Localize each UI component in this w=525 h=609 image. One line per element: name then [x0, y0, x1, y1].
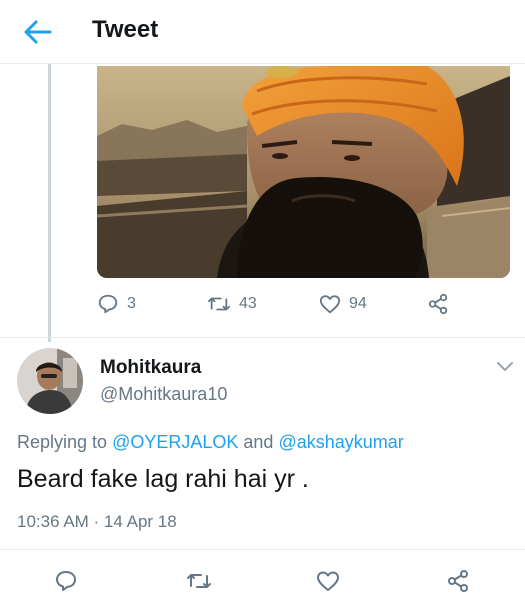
- reply-action[interactable]: 3: [97, 289, 136, 319]
- divider: [0, 337, 525, 338]
- avatar[interactable]: [17, 348, 83, 414]
- replying-to-line: Replying to @OYERJALOK and @akshaykumar: [17, 432, 404, 453]
- replying-prefix: Replying to: [17, 432, 108, 452]
- reply-action[interactable]: [54, 566, 78, 596]
- heart-icon: [317, 571, 339, 591]
- user-handle[interactable]: @Mohitkaura10: [100, 384, 227, 405]
- mention-link-oyerjalok[interactable]: @OYERJALOK: [112, 432, 238, 452]
- page-title: Tweet: [92, 16, 159, 43]
- like-action[interactable]: 94: [319, 289, 367, 319]
- reply-icon: [56, 571, 76, 591]
- arrow-left-icon: [24, 20, 52, 44]
- retweet-icon: [187, 574, 211, 588]
- reply-icon: [98, 294, 118, 314]
- tweet-media-image[interactable]: [97, 66, 510, 278]
- parent-tweet-actions: 3 43 94: [97, 289, 510, 319]
- heart-icon: [319, 295, 341, 314]
- tweet-text: Beard fake lag rahi hai yr .: [17, 465, 309, 493]
- display-name[interactable]: Mohitkaura: [100, 357, 201, 379]
- photo-illustration: [97, 66, 510, 278]
- retweet-icon: [208, 297, 230, 311]
- thread-connector-line: [48, 64, 51, 342]
- avatar-photo: [17, 348, 83, 414]
- share-icon: [428, 293, 448, 315]
- mention-link-akshaykumar[interactable]: @akshaykumar: [278, 432, 403, 452]
- reply-count: 3: [127, 295, 136, 312]
- back-button[interactable]: [22, 18, 54, 46]
- chevron-down-icon: [497, 362, 513, 371]
- retweet-count: 43: [239, 295, 257, 312]
- share-icon: [448, 570, 468, 592]
- retweet-action[interactable]: [186, 566, 212, 596]
- reply-tweet-actions: [0, 566, 525, 596]
- divider: [0, 549, 525, 550]
- replying-and: and: [243, 432, 274, 452]
- like-count: 94: [349, 295, 367, 312]
- share-action[interactable]: [446, 566, 470, 596]
- share-action[interactable]: [427, 289, 449, 319]
- tweet-timestamp: 10:36 AM · 14 Apr 18: [17, 512, 177, 531]
- more-options-button[interactable]: [496, 360, 514, 374]
- top-app-bar: Tweet: [0, 0, 525, 64]
- like-action[interactable]: [316, 566, 340, 596]
- retweet-action[interactable]: 43: [207, 289, 257, 319]
